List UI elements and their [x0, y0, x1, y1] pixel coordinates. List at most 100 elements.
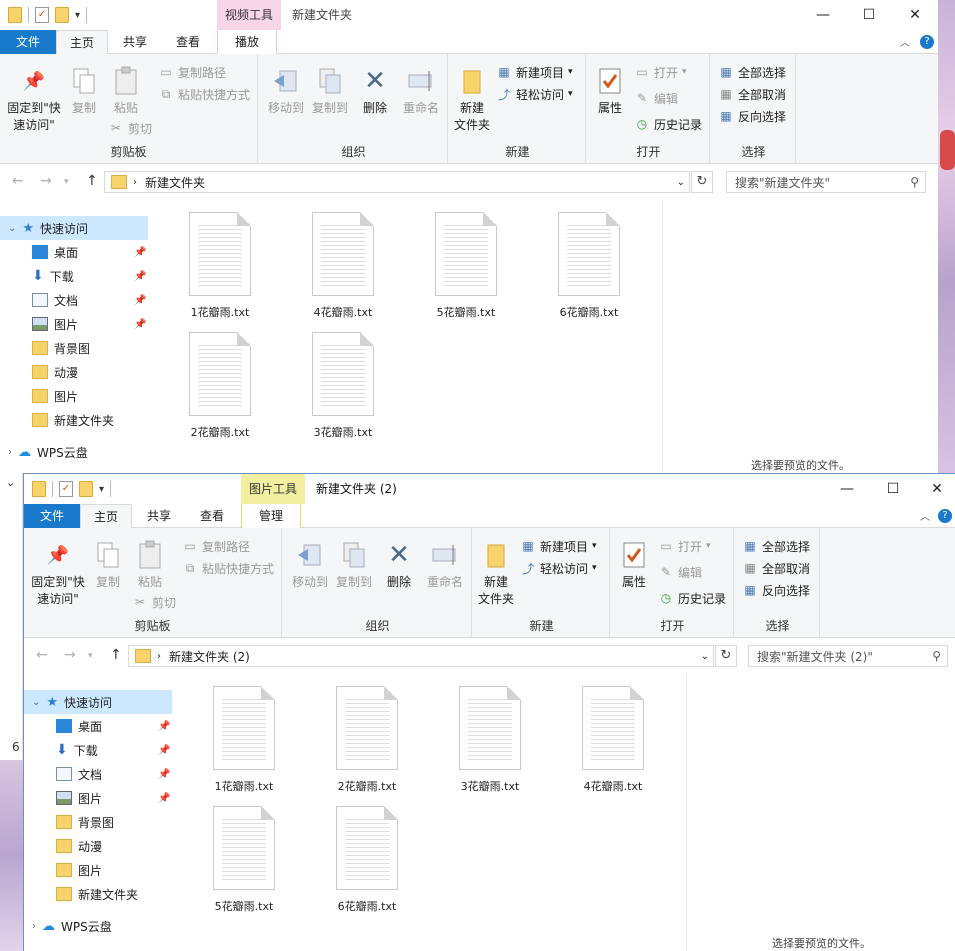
customize-dropdown-icon[interactable]: ▾: [75, 10, 80, 21]
collapse-chevron-icon[interactable]: ›: [8, 447, 12, 458]
pin-quick-access-button[interactable]: 📌 固定到"快 速访问": [4, 66, 64, 134]
open-button[interactable]: ▭ 打开 ▾: [658, 536, 710, 556]
minimize-button[interactable]: —: [824, 474, 870, 504]
delete-button[interactable]: ✕ 删除: [382, 540, 416, 591]
refresh-button[interactable]: ↻: [715, 645, 737, 667]
up-arrow-icon[interactable]: ↑: [86, 173, 98, 189]
nav-wps-cloud[interactable]: › ☁ WPS云盘: [0, 440, 150, 464]
help-icon[interactable]: ?: [938, 509, 952, 523]
edit-button[interactable]: ✎ 编辑: [658, 562, 702, 582]
up-arrow-icon[interactable]: ↑: [110, 647, 122, 663]
properties-icon[interactable]: ✓: [35, 7, 49, 23]
invert-selection-button[interactable]: ▦ 反向选择: [718, 106, 786, 126]
paste-shortcut-button[interactable]: ⧉ 粘贴快捷方式: [158, 84, 250, 104]
rename-button[interactable]: 重命名: [398, 66, 444, 117]
nav-item[interactable]: 桌面 📌: [24, 714, 174, 738]
file-item[interactable]: 6花瓣雨.txt: [317, 806, 417, 914]
properties-button[interactable]: 属性: [616, 540, 652, 591]
search-input[interactable]: 搜索"新建文件夹" ⚲: [726, 171, 926, 193]
nav-item[interactable]: 图片 📌: [24, 786, 174, 810]
copy-to-button[interactable]: 复制到: [308, 66, 352, 117]
select-all-button[interactable]: ▦ 全部选择: [742, 536, 810, 556]
paste-button[interactable]: 粘贴: [106, 66, 146, 117]
pin-icon[interactable]: 📌: [158, 721, 170, 732]
tab-play[interactable]: 播放: [217, 30, 277, 54]
help-icon[interactable]: ?: [920, 35, 934, 49]
pin-icon[interactable]: 📌: [134, 247, 146, 258]
forward-arrow-icon[interactable]: →: [40, 173, 52, 189]
recent-dropdown-icon[interactable]: ▾: [88, 651, 93, 661]
file-item[interactable]: 5花瓣雨.txt: [416, 212, 516, 320]
recent-dropdown-icon[interactable]: ▾: [64, 177, 69, 187]
easy-access-button[interactable]: ⤴ 轻松访问 ▾: [496, 84, 573, 104]
select-none-button[interactable]: ▦ 全部取消: [718, 84, 786, 104]
file-item[interactable]: 4花瓣雨.txt: [293, 212, 393, 320]
maximize-button[interactable]: ☐: [870, 474, 916, 504]
nav-item[interactable]: 文档 📌: [24, 762, 174, 786]
back-arrow-icon[interactable]: ←: [36, 647, 48, 663]
collapse-ribbon-icon[interactable]: ︿: [900, 34, 910, 49]
history-button[interactable]: ◷ 历史记录: [634, 114, 702, 134]
collapse-ribbon-icon[interactable]: ︿: [920, 508, 930, 523]
copy-path-button[interactable]: ▭ 复制路径: [182, 536, 250, 556]
move-to-button[interactable]: 移动到: [264, 66, 308, 117]
pin-icon[interactable]: 📌: [134, 271, 146, 282]
new-item-button[interactable]: ▦ 新建项目 ▾: [520, 536, 596, 556]
tab-view[interactable]: 查看: [186, 504, 238, 528]
open-button[interactable]: ▭ 打开 ▾: [634, 62, 686, 82]
nav-item[interactable]: 图片: [0, 384, 150, 408]
tab-file[interactable]: 文件: [24, 504, 80, 528]
file-item[interactable]: 5花瓣雨.txt: [194, 806, 294, 914]
new-folder-button[interactable]: 新建 文件夹: [476, 540, 516, 608]
nav-item[interactable]: 桌面 📌: [0, 240, 150, 264]
close-button[interactable]: ✕: [892, 0, 938, 30]
nav-item[interactable]: 图片: [24, 858, 174, 882]
pin-quick-access-button[interactable]: 📌 固定到"快 速访问": [28, 540, 88, 608]
file-item[interactable]: 4花瓣雨.txt: [563, 686, 663, 794]
nav-item[interactable]: 动漫: [0, 360, 150, 384]
address-dropdown-icon[interactable]: ⌄: [701, 651, 709, 662]
copy-to-button[interactable]: 复制到: [332, 540, 376, 591]
new-folder-button[interactable]: 新建 文件夹: [452, 66, 492, 134]
address-field[interactable]: › 新建文件夹 ⌄: [104, 171, 690, 193]
file-item[interactable]: 3花瓣雨.txt: [440, 686, 540, 794]
customize-dropdown-icon[interactable]: ▾: [99, 484, 104, 495]
nav-item[interactable]: 文档 📌: [0, 288, 150, 312]
nav-item[interactable]: 动漫: [24, 834, 174, 858]
copy-button[interactable]: 复制: [90, 540, 126, 591]
new-item-button[interactable]: ▦ 新建项目 ▾: [496, 62, 572, 82]
paste-shortcut-button[interactable]: ⧉ 粘贴快捷方式: [182, 558, 274, 578]
file-item[interactable]: 1花瓣雨.txt: [194, 686, 294, 794]
file-item[interactable]: 3花瓣雨.txt: [293, 332, 393, 440]
properties-icon[interactable]: ✓: [59, 481, 73, 497]
copy-button[interactable]: 复制: [66, 66, 102, 117]
nav-item[interactable]: ⬇ 下载 📌: [0, 264, 150, 288]
pin-icon[interactable]: 📌: [158, 793, 170, 804]
properties-button[interactable]: 属性: [592, 66, 628, 117]
nav-item[interactable]: 图片 📌: [0, 312, 150, 336]
folder-icon[interactable]: [32, 481, 46, 497]
nav-item[interactable]: 背景图: [24, 810, 174, 834]
cut-button[interactable]: ✂ 剪切: [108, 118, 152, 138]
select-none-button[interactable]: ▦ 全部取消: [742, 558, 810, 578]
back-arrow-icon[interactable]: ←: [12, 173, 24, 189]
folder-icon[interactable]: [8, 7, 22, 23]
file-item[interactable]: 1花瓣雨.txt: [170, 212, 270, 320]
tab-share[interactable]: 共享: [110, 30, 160, 54]
nav-item[interactable]: 新建文件夹: [24, 882, 174, 906]
rename-button[interactable]: 重命名: [422, 540, 468, 591]
move-to-button[interactable]: 移动到: [288, 540, 332, 591]
nav-item[interactable]: ⬇ 下载 📌: [24, 738, 174, 762]
close-button[interactable]: ✕: [914, 474, 955, 504]
cut-button[interactable]: ✂ 剪切: [132, 592, 176, 612]
file-item[interactable]: 2花瓣雨.txt: [170, 332, 270, 440]
address-dropdown-icon[interactable]: ⌄: [677, 177, 685, 188]
nav-wps-cloud[interactable]: › ☁ WPS云盘: [24, 914, 174, 938]
nav-item[interactable]: 新建文件夹: [0, 408, 150, 432]
file-item[interactable]: 6花瓣雨.txt: [539, 212, 639, 320]
pin-icon[interactable]: 📌: [158, 769, 170, 780]
refresh-button[interactable]: ↻: [691, 171, 713, 193]
nav-quick-access[interactable]: ⌄ ★ 快速访问: [24, 690, 172, 714]
forward-arrow-icon[interactable]: →: [64, 647, 76, 663]
delete-button[interactable]: ✕ 删除: [358, 66, 392, 117]
